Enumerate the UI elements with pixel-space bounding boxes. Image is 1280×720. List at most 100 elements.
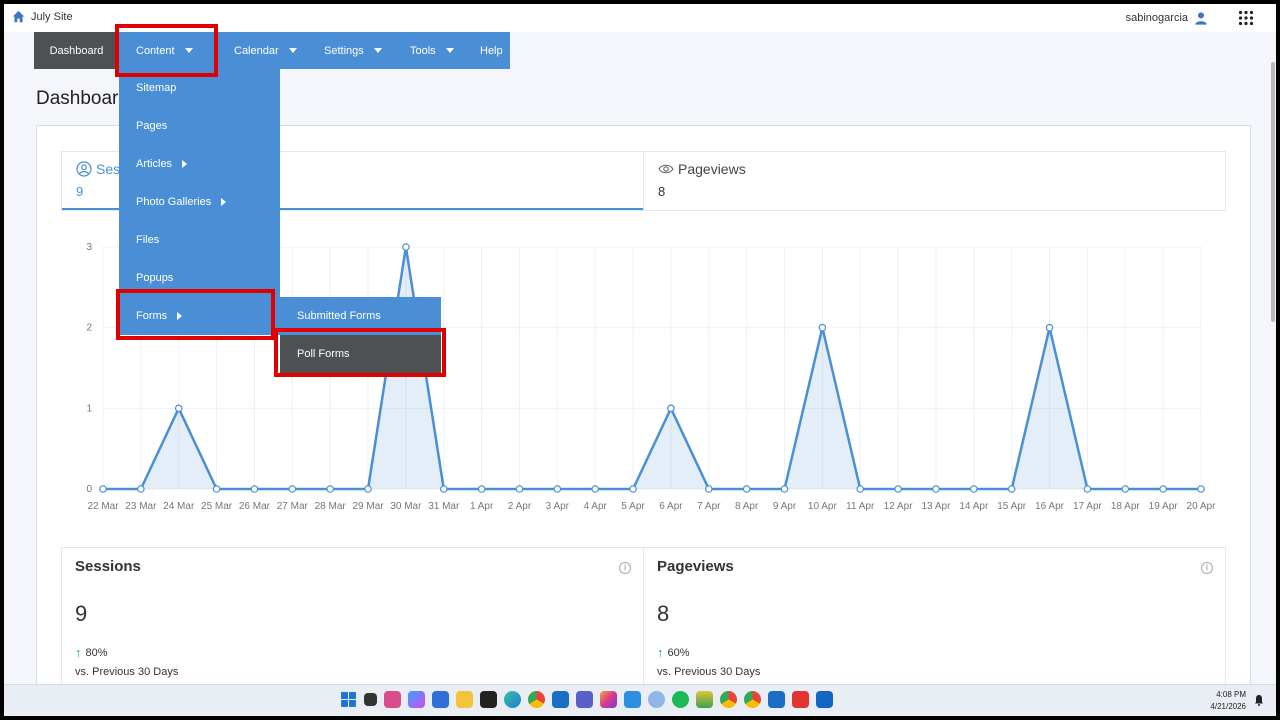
arrow-up-icon: ↑ xyxy=(75,645,82,660)
acrobat-icon[interactable] xyxy=(792,691,809,708)
spotify-icon[interactable] xyxy=(672,691,689,708)
stat-title: Pageviews xyxy=(657,558,734,575)
remote-desktop-icon[interactable] xyxy=(768,691,785,708)
store-icon[interactable] xyxy=(432,691,449,708)
nav-settings[interactable]: Settings xyxy=(307,32,393,69)
notification-bell-icon[interactable] xyxy=(1254,694,1264,706)
outlook-2-icon[interactable] xyxy=(816,691,833,708)
x-tick-label: 24 Mar xyxy=(163,501,195,512)
instagram-icon[interactable] xyxy=(600,691,617,708)
data-point xyxy=(1045,323,1054,332)
layers-app-icon[interactable] xyxy=(696,691,713,708)
data-point xyxy=(212,485,221,493)
data-point xyxy=(780,485,789,493)
user-menu[interactable]: sabinogarcia xyxy=(1126,11,1208,25)
site-title[interactable]: July Site xyxy=(12,10,73,23)
snipping-tool-icon[interactable] xyxy=(384,691,401,708)
page-scrollbar[interactable] xyxy=(1270,32,1276,322)
apps-grid-icon[interactable] xyxy=(1238,10,1254,26)
stat-card-pageviews: Pageviews i 8 ↑ 60% vs. Previous 30 Days xyxy=(643,548,1225,684)
x-tick-label: 9 Apr xyxy=(773,501,797,512)
x-tick-label: 15 Apr xyxy=(997,501,1027,512)
stat-value: 8 xyxy=(657,601,670,626)
nav-label: Settings xyxy=(324,44,364,57)
nav-help[interactable]: Help xyxy=(463,32,510,69)
data-point xyxy=(174,404,183,413)
x-tick-label: 7 Apr xyxy=(697,501,721,512)
sticky-notes-icon[interactable] xyxy=(480,691,497,708)
data-point xyxy=(553,485,562,493)
task-view-icon[interactable] xyxy=(364,693,377,706)
highlight-poll-forms xyxy=(274,328,446,377)
scrollbar-thumb[interactable] xyxy=(1271,62,1275,322)
nav-label: Help xyxy=(480,44,503,57)
chrome-icon[interactable] xyxy=(528,691,545,708)
stat-card-sessions: Sessions i 9 ↑ 80% vs. Previous 30 Days xyxy=(62,548,643,684)
x-tick-label: 17 Apr xyxy=(1073,501,1103,512)
edge-icon[interactable] xyxy=(504,691,521,708)
info-icon[interactable]: i xyxy=(1201,562,1213,574)
menu-item-pages[interactable]: Pages xyxy=(119,107,280,145)
x-tick-label: 26 Mar xyxy=(239,501,271,512)
highlight-forms-item xyxy=(116,289,275,340)
r-app-icon[interactable] xyxy=(648,691,665,708)
menu-item-label: Articles xyxy=(136,158,173,170)
outlook-icon[interactable] xyxy=(552,691,569,708)
chrome-profile-icon[interactable] xyxy=(720,691,737,708)
clock-date: 4/21/2026 xyxy=(1210,702,1246,711)
site-title-label: July Site xyxy=(31,10,73,23)
x-tick-label: 31 Mar xyxy=(428,501,460,512)
menu-item-articles[interactable]: Articles xyxy=(119,145,280,183)
data-point xyxy=(818,323,827,332)
y-tick-label: 2 xyxy=(86,323,92,334)
clock-time: 4:08 PM xyxy=(1216,690,1246,699)
stat-compare: vs. Previous 30 Days xyxy=(75,666,179,678)
stat-change-value: 60% xyxy=(667,646,690,659)
submenu-item-label: Submitted Forms xyxy=(297,310,381,322)
menu-item-label: Pages xyxy=(136,120,168,132)
x-tick-label: 14 Apr xyxy=(959,501,989,512)
windows-start-icon[interactable] xyxy=(340,691,357,708)
chrome-profile-2-icon[interactable] xyxy=(744,691,761,708)
data-point xyxy=(1083,485,1092,493)
data-point xyxy=(99,485,107,493)
nav-calendar[interactable]: Calendar xyxy=(217,32,307,69)
windows-taskbar: 4:08 PM 4/21/2026 xyxy=(4,684,1276,716)
file-explorer-icon[interactable] xyxy=(456,691,473,708)
info-icon[interactable]: i xyxy=(619,562,631,574)
teams-icon[interactable] xyxy=(576,691,593,708)
data-point xyxy=(1159,485,1167,493)
menu-item-label: Popups xyxy=(136,272,174,284)
stat-compare: vs. Previous 30 Days xyxy=(657,666,761,678)
data-point xyxy=(477,485,486,493)
menu-item-files[interactable]: Files xyxy=(119,221,280,259)
menu-item-photo-galleries[interactable]: Photo Galleries xyxy=(119,183,280,221)
nav-tools[interactable]: Tools xyxy=(393,32,463,69)
x-tick-label: 12 Apr xyxy=(884,501,914,512)
data-point xyxy=(667,404,675,413)
data-point xyxy=(250,485,259,493)
x-tick-label: 18 Apr xyxy=(1111,501,1141,512)
y-tick-label: 3 xyxy=(86,242,92,253)
x-tick-label: 28 Mar xyxy=(315,501,347,512)
data-point xyxy=(894,485,902,493)
x-tick-label: 3 Apr xyxy=(546,501,570,512)
data-point xyxy=(326,485,334,493)
browser-viewport: July Site sabinogarcia Dashboard Content… xyxy=(4,4,1276,684)
x-tick-label: 5 Apr xyxy=(621,501,645,512)
data-point xyxy=(1007,485,1016,493)
data-point xyxy=(932,485,940,493)
system-clock[interactable]: 4:08 PM 4/21/2026 xyxy=(1210,689,1246,713)
stat-change-value: 80% xyxy=(85,646,108,659)
page-title: Dashboard xyxy=(36,88,129,109)
data-point xyxy=(1197,485,1205,493)
data-point xyxy=(742,485,751,493)
nav-label: Dashboard xyxy=(49,44,104,57)
menu-item-label: Sitemap xyxy=(136,82,177,94)
data-point xyxy=(364,485,372,493)
copilot-icon[interactable] xyxy=(408,691,425,708)
todo-icon[interactable] xyxy=(624,691,641,708)
nav-dashboard[interactable]: Dashboard xyxy=(34,32,119,69)
x-tick-label: 27 Mar xyxy=(277,501,309,512)
menu-item-label: Photo Galleries xyxy=(136,196,212,208)
